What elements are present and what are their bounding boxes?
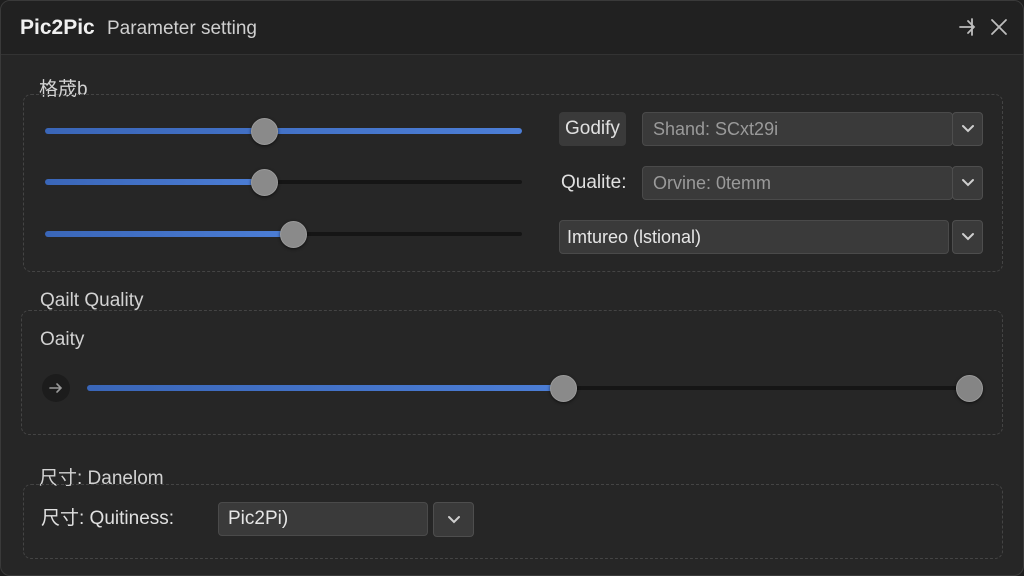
quitiness-select[interactable]: Pic2Pi)	[218, 502, 428, 536]
quality-title: Oaity	[40, 329, 85, 350]
imtureo-row: Imtureo (lstional)	[559, 220, 983, 254]
chevron-down-icon	[961, 179, 974, 187]
qualite-dropdown-button[interactable]	[952, 166, 983, 200]
format-slider-1[interactable]	[45, 118, 522, 145]
imtureo-dropdown-button[interactable]	[952, 220, 983, 254]
chevron-down-icon	[447, 515, 460, 523]
parameter-window: Pic2Pic Parameter setting 格荿b Godify Sha…	[0, 0, 1024, 576]
slider-thumb[interactable]	[251, 169, 279, 196]
imtureo-select[interactable]: Imtureo (lstional)	[559, 220, 949, 254]
quitiness-label: 尺寸: Quitiness:	[41, 508, 175, 529]
quitiness-row: 尺寸: Quitiness: Pic2Pi)	[41, 502, 475, 537]
arrow-right-icon	[49, 383, 63, 393]
title-bar: Pic2Pic Parameter setting	[1, 1, 1023, 55]
pin-arrow-icon[interactable]	[956, 15, 980, 39]
slider-fill	[45, 128, 522, 134]
slider-fill	[45, 179, 265, 185]
quitiness-dropdown-button[interactable]	[433, 502, 474, 537]
godify-dropdown-button[interactable]	[952, 112, 983, 146]
qualite-label: Qualite:	[561, 172, 627, 193]
quality-arrow-button[interactable]	[42, 374, 70, 402]
chevron-down-icon	[961, 125, 974, 133]
slider-thumb[interactable]	[280, 221, 308, 248]
slider-thumb[interactable]	[550, 375, 578, 402]
chevron-down-icon	[961, 233, 974, 241]
close-icon[interactable]	[987, 15, 1011, 39]
quality-slider[interactable]	[87, 375, 983, 402]
slider-end-thumb[interactable]	[956, 375, 983, 402]
slider-fill	[45, 231, 294, 237]
format-slider-3[interactable]	[45, 221, 522, 248]
quality-group-header: Qailt Quality	[40, 290, 144, 311]
slider-thumb[interactable]	[251, 118, 279, 145]
qualite-row: Qualite: Orvine: 0temm	[559, 166, 983, 200]
app-title: Pic2Pic	[20, 16, 95, 39]
qualite-select[interactable]: Orvine: 0temm	[642, 166, 953, 200]
quality-group	[21, 310, 1003, 435]
godify-row: Godify Shand: SCxt29i	[559, 112, 983, 146]
format-slider-2[interactable]	[45, 169, 522, 196]
window-subtitle: Parameter setting	[107, 18, 257, 39]
godify-select[interactable]: Shand: SCxt29i	[642, 112, 953, 146]
slider-fill	[87, 385, 564, 391]
godify-label: Godify	[559, 112, 626, 146]
